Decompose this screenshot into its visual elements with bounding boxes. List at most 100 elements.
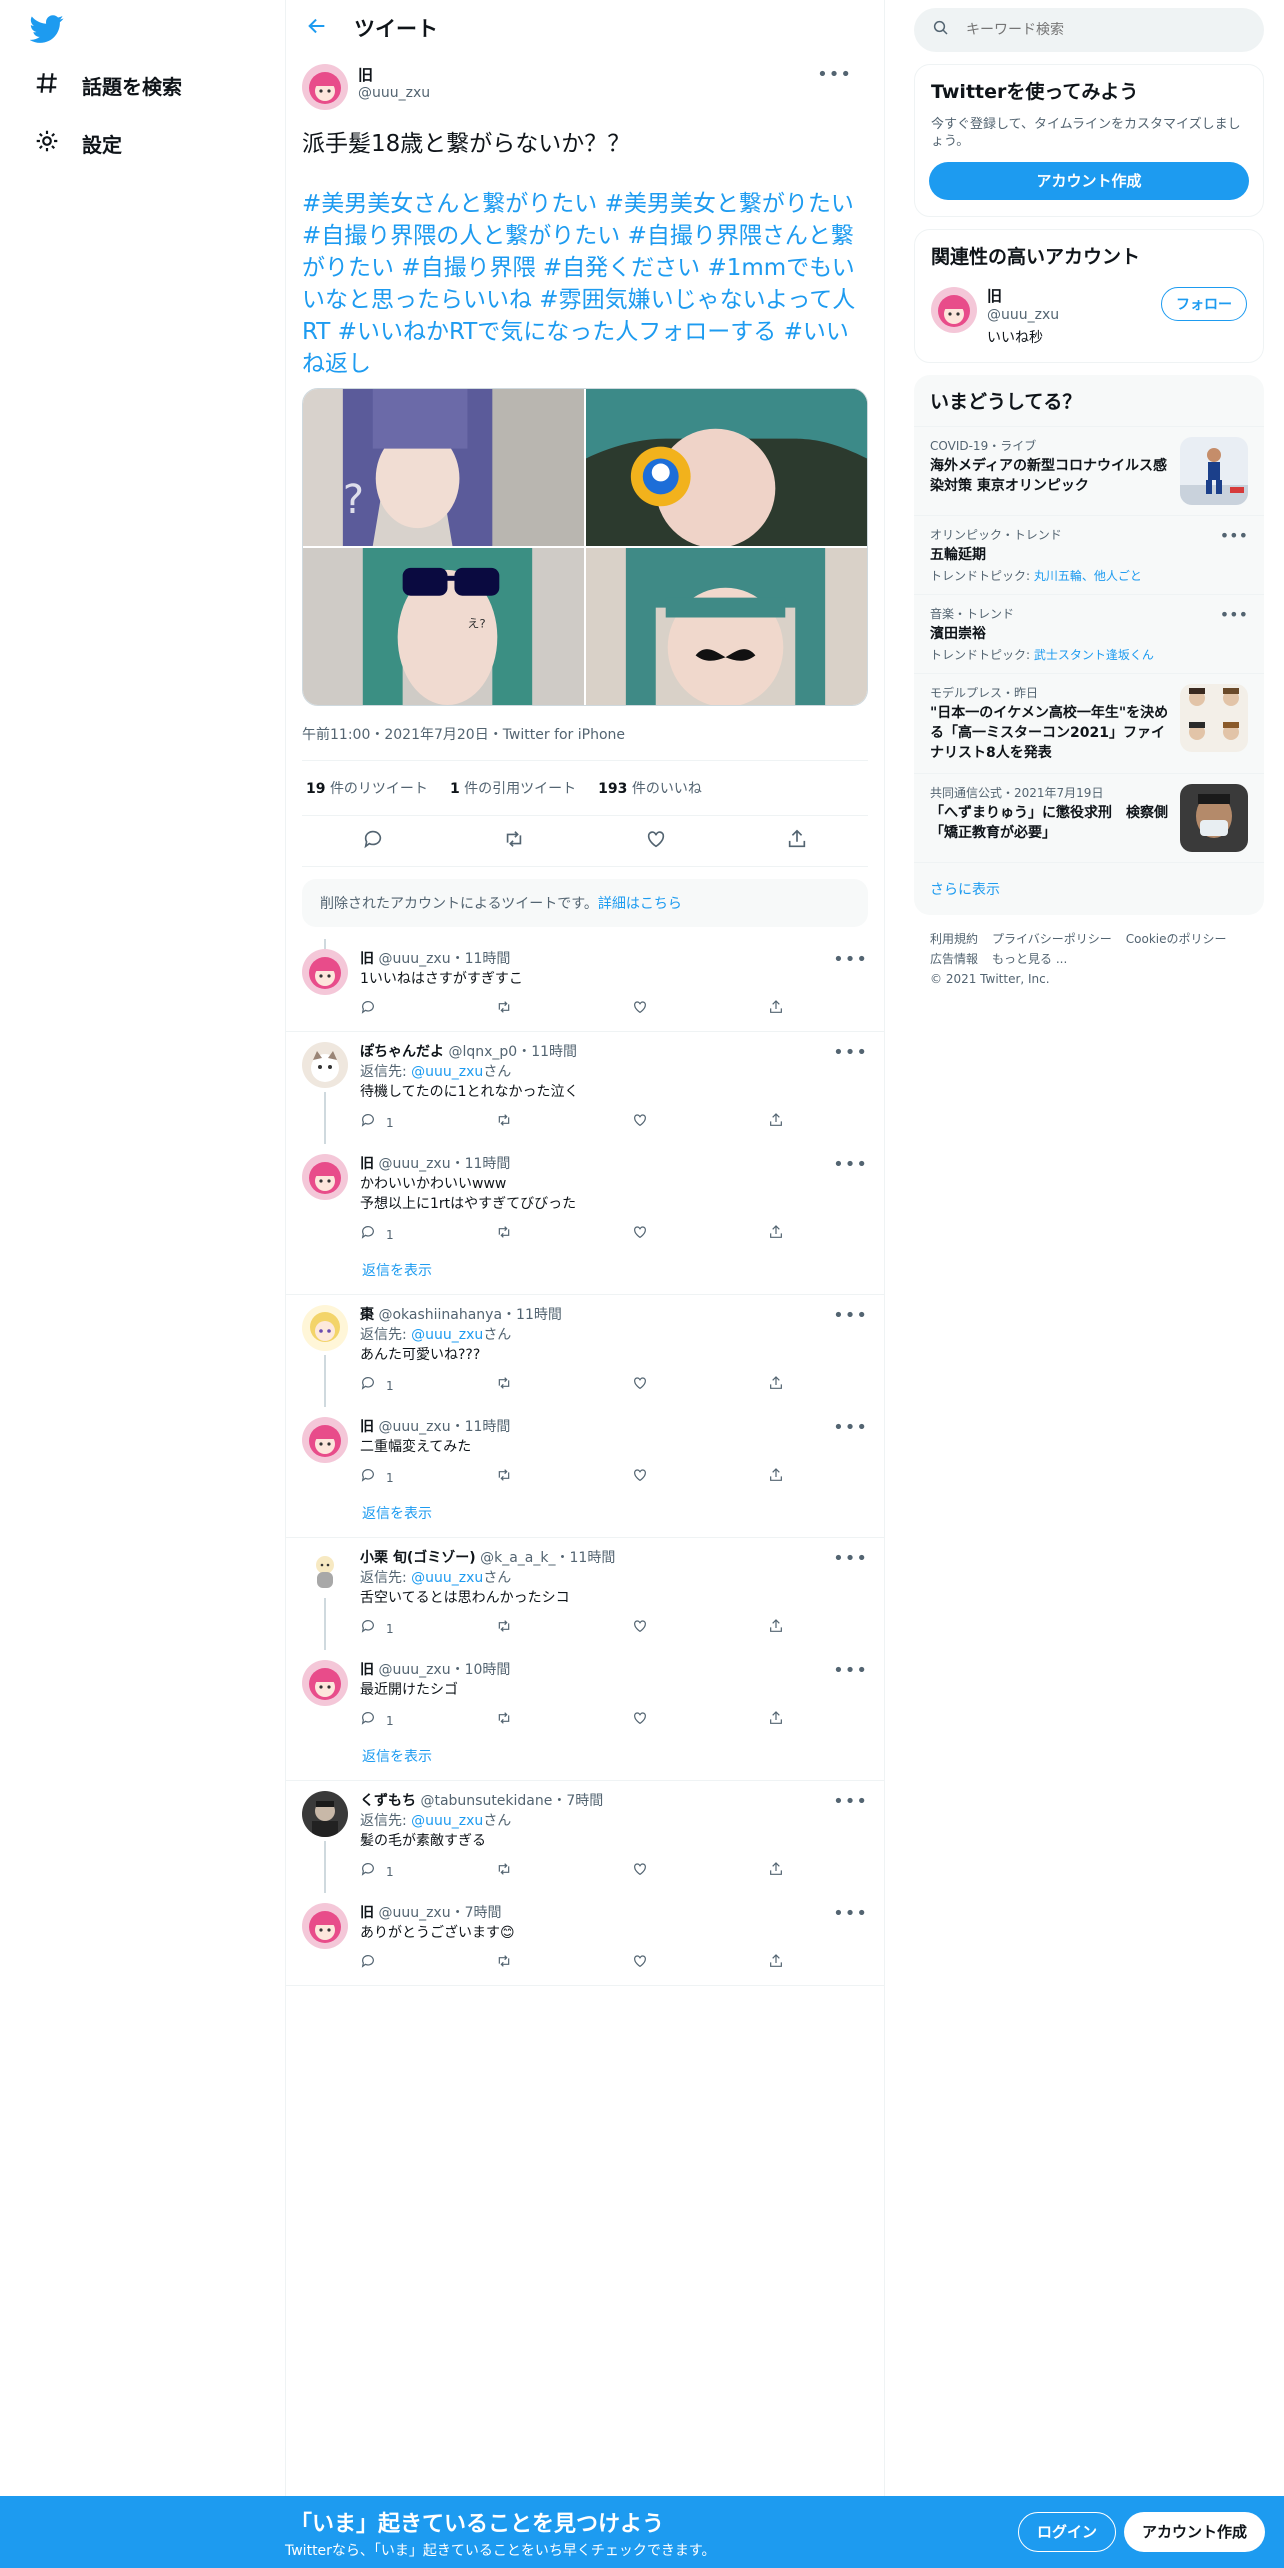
reply-time[interactable]: 7時間	[465, 1905, 502, 1921]
author-avatar[interactable]	[302, 64, 348, 110]
reply-icon[interactable]	[362, 828, 384, 854]
reply-more-icon[interactable]: •••	[833, 1548, 868, 1569]
reply-share-button[interactable]	[768, 1467, 904, 1489]
tweet-photo-4[interactable]	[586, 548, 867, 705]
reply-handle[interactable]: @uuu_zxu	[378, 951, 450, 967]
reply-tweet[interactable]: ••• 旧 @uuu_zxu・7時間 ありがとうございます😊	[286, 1893, 884, 1985]
trend-item[interactable]: オリンピック・トレンド 五輪延期 トレンドトピック: 丸川五輪、他人ごと •••	[914, 515, 1264, 594]
reply-to-handle[interactable]: @uuu_zxu	[411, 1570, 483, 1586]
reply-more-icon[interactable]: •••	[833, 1154, 868, 1175]
reply-name[interactable]: 旧	[360, 1662, 374, 1678]
reply-like-button[interactable]	[632, 1375, 768, 1397]
reply-like-button[interactable]	[632, 1618, 768, 1640]
reply-retweet-button[interactable]	[496, 1224, 632, 1246]
details-link[interactable]: 詳細はこちら	[598, 896, 682, 912]
reply-tweet[interactable]: ••• くずもち @tabunsutekidane・7時間 返信先: @uuu_zx…	[286, 1781, 884, 1893]
signup-button[interactable]: アカウント作成	[1124, 2512, 1266, 2552]
footer-link[interactable]: Cookieのポリシー	[1126, 932, 1227, 946]
reply-handle[interactable]: @k_a_a_k_	[480, 1550, 555, 1566]
reply-retweet-button[interactable]	[496, 1953, 632, 1975]
reply-more-icon[interactable]: •••	[833, 1305, 868, 1326]
reply-more-icon[interactable]: •••	[833, 1791, 868, 1812]
reply-tweet[interactable]: ••• ぽちゃんだよ @lqnx_p0・11時間 返信先: @uuu_zxuさん 待機…	[286, 1032, 884, 1144]
footer-link[interactable]: 利用規約	[930, 932, 978, 946]
reply-time[interactable]: 11時間	[465, 1156, 511, 1172]
footer-link[interactable]: プライバシーポリシー	[992, 932, 1112, 946]
reply-like-button[interactable]	[632, 1953, 768, 1975]
reply-more-icon[interactable]: •••	[833, 949, 868, 970]
reply-handle[interactable]: @uuu_zxu	[378, 1156, 450, 1172]
reply-retweet-button[interactable]	[496, 1375, 632, 1397]
reply-handle[interactable]: @uuu_zxu	[378, 1419, 450, 1435]
reply-share-button[interactable]	[768, 1618, 904, 1640]
follow-button[interactable]: フォロー	[1161, 287, 1247, 321]
reply-reply-button[interactable]: 1	[360, 1112, 496, 1134]
tweet-photo-1[interactable]: ?	[303, 389, 584, 546]
footer-link[interactable]: 広告情報	[930, 952, 978, 966]
reply-time[interactable]: 11時間	[531, 1044, 577, 1060]
reply-more-icon[interactable]: •••	[833, 1042, 868, 1063]
reply-reply-button[interactable]: 1	[360, 1467, 496, 1489]
reply-avatar[interactable]	[302, 1660, 348, 1706]
reply-handle[interactable]: @lqnx_p0	[448, 1044, 517, 1060]
reply-reply-button[interactable]: 1	[360, 1861, 496, 1883]
reply-retweet-button[interactable]	[496, 999, 632, 1021]
reply-reply-button[interactable]: 1	[360, 1618, 496, 1640]
reply-to-handle[interactable]: @uuu_zxu	[411, 1327, 483, 1343]
create-account-button[interactable]: アカウント作成	[929, 162, 1249, 200]
tweet-hashtags[interactable]: #美男美女さんと繋がりたい #美男美女と繋がりたい #自撮り界隈の人と繋がりたい…	[302, 188, 868, 380]
reply-handle[interactable]: @uuu_zxu	[378, 1905, 450, 1921]
reply-avatar[interactable]	[302, 1548, 348, 1594]
reply-name[interactable]: 旧	[360, 951, 374, 967]
share-icon[interactable]	[786, 828, 808, 854]
reply-retweet-button[interactable]	[496, 1861, 632, 1883]
twitter-logo-icon[interactable]	[29, 12, 64, 46]
reply-retweet-button[interactable]	[496, 1112, 632, 1134]
author-name[interactable]: 旧	[358, 64, 430, 85]
reply-time[interactable]: 11時間	[465, 1419, 511, 1435]
reply-avatar[interactable]	[302, 1903, 348, 1949]
reply-more-icon[interactable]: •••	[833, 1660, 868, 1681]
login-button[interactable]: ログイン	[1018, 2512, 1117, 2552]
reply-avatar[interactable]	[302, 1791, 348, 1837]
reply-to-handle[interactable]: @uuu_zxu	[411, 1064, 483, 1080]
reply-name[interactable]: 小栗 旬(ゴミゾー)	[360, 1550, 476, 1566]
reply-more-icon[interactable]: •••	[833, 1903, 868, 1924]
reply-tweet[interactable]: ••• 旧 @uuu_zxu・10時間 最近開けたシゴ 1	[286, 1650, 884, 1742]
reply-like-button[interactable]	[632, 1224, 768, 1246]
trend-more-icon[interactable]: •••	[1220, 526, 1248, 545]
reply-avatar[interactable]	[302, 1417, 348, 1463]
reply-name[interactable]: 棗	[360, 1307, 374, 1323]
reply-avatar[interactable]	[302, 1042, 348, 1088]
related-account[interactable]: 旧 @uuu_zxu いいね秒 フォロー	[915, 281, 1263, 362]
trend-topic[interactable]: 丸川五輪、他人ごと	[1034, 569, 1142, 583]
reply-name[interactable]: くずもち	[360, 1793, 416, 1809]
like-icon[interactable]	[645, 828, 667, 854]
trend-item[interactable]: 共同通信公式・2021年7月19日 「へずまりゅう」に懲役求刑 検察側「矯正教育が…	[914, 773, 1264, 862]
reply-like-button[interactable]	[632, 1861, 768, 1883]
reply-name[interactable]: ぽちゃんだよ	[360, 1044, 444, 1060]
tweet-photo-3[interactable]: え?	[303, 548, 584, 705]
reply-more-icon[interactable]: •••	[833, 1417, 868, 1438]
reply-tweet[interactable]: ••• 小栗 旬(ゴミゾー) @k_a_a_k_・11時間 返信先: @uuu_zx…	[286, 1538, 884, 1650]
reply-share-button[interactable]	[768, 1375, 904, 1397]
author-handle[interactable]: @uuu_zxu	[358, 85, 430, 101]
reply-tweet[interactable]: ••• 棗 @okashiinahanya・11時間 返信先: @uuu_zxuさん…	[286, 1295, 884, 1407]
retweet-stat[interactable]: 19 件のリツイート	[306, 778, 428, 798]
reply-tweet[interactable]: ••• 旧 @uuu_zxu・11時間 1いいねはさすがすぎすこ	[286, 939, 884, 1031]
reply-reply-button[interactable]	[360, 1953, 496, 1975]
back-arrow-icon[interactable]	[306, 15, 328, 41]
show-replies-link[interactable]: 返信を表示	[286, 1499, 884, 1537]
related-avatar[interactable]	[931, 287, 977, 333]
related-name[interactable]: 旧	[987, 287, 1059, 306]
trend-thumbnail[interactable]	[1180, 784, 1248, 852]
reply-time[interactable]: 11時間	[516, 1307, 562, 1323]
reply-retweet-button[interactable]	[496, 1467, 632, 1489]
trend-thumbnail[interactable]	[1180, 684, 1248, 752]
reply-like-button[interactable]	[632, 999, 768, 1021]
reply-share-button[interactable]	[768, 1112, 904, 1134]
reply-like-button[interactable]	[632, 1467, 768, 1489]
reply-time[interactable]: 7時間	[566, 1793, 603, 1809]
quote-stat[interactable]: 1 件の引用ツイート	[450, 778, 576, 798]
reply-like-button[interactable]	[632, 1710, 768, 1732]
